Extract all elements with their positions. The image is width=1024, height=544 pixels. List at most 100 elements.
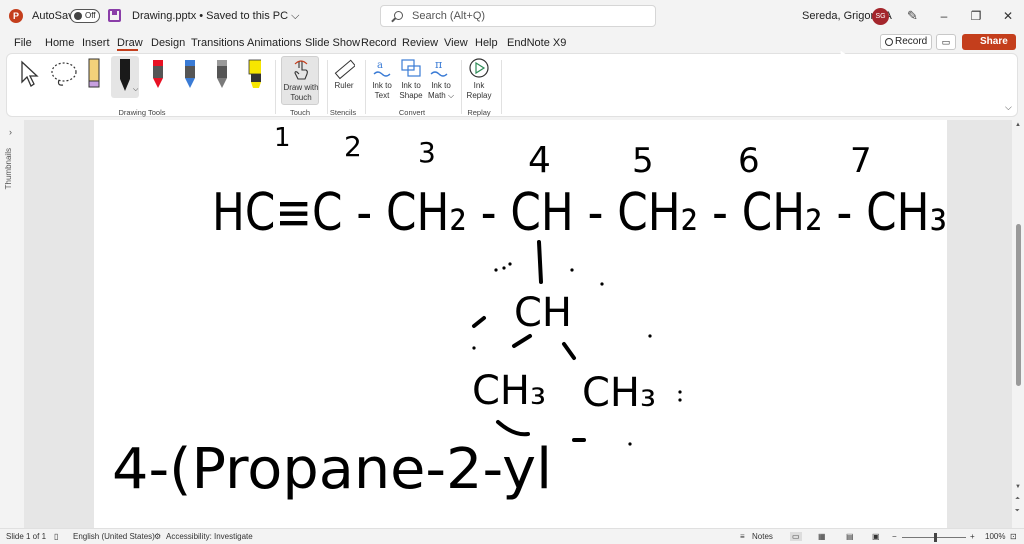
group-separator (501, 60, 502, 114)
designer-pen-icon[interactable]: ✎ (907, 8, 918, 24)
tab-transitions[interactable]: Transitions (191, 37, 244, 49)
document-title[interactable]: Drawing.pptx • Saved to this PC ⌵ (132, 10, 299, 23)
scroll-up-icon[interactable]: ▲ (1015, 122, 1021, 128)
tab-review[interactable]: Review (402, 37, 438, 49)
select-arrow-icon[interactable] (19, 60, 41, 88)
ruler-icon[interactable] (333, 58, 355, 80)
draw-with-touch-button[interactable]: Draw with Touch (281, 56, 319, 105)
group-separator (275, 60, 276, 114)
touch-hand-icon (294, 60, 308, 80)
notes-icon: ≡ (740, 532, 745, 541)
collapse-ribbon-icon[interactable]: ⌵ (1005, 102, 1012, 113)
tab-animations[interactable]: Animations (247, 37, 301, 49)
svg-text:π: π (435, 58, 442, 71)
slide-editor[interactable]: 1 2 3 4 5 6 7 HC≡C - CH₂ - CH - CH₂ - CH… (24, 120, 1012, 528)
chevron-right-icon[interactable]: › (9, 127, 12, 137)
tab-record[interactable]: Record (361, 37, 396, 49)
next-slide-icon[interactable]: ⏷ (1015, 508, 1020, 515)
thumbnails-label[interactable]: Thumbnails (4, 148, 13, 189)
search-placeholder: Search (Alt+Q) (412, 10, 486, 22)
comment-icon: ▭ (941, 37, 951, 47)
blue-pen-icon[interactable] (183, 58, 197, 92)
spelling-icon[interactable]: ▯ (54, 532, 58, 541)
tab-help[interactable]: Help (475, 37, 498, 49)
eraser-icon[interactable] (87, 57, 101, 91)
notes-button[interactable]: Notes (752, 532, 773, 541)
ink-bond-down-left (512, 334, 532, 348)
slide-sorter-icon[interactable]: ▦ (818, 532, 826, 541)
ink-number-3: 3 (418, 136, 436, 169)
close-button[interactable]: ✕ (998, 6, 1018, 26)
red-pen-icon[interactable] (151, 58, 165, 92)
accessibility-status[interactable]: Accessibility: Investigate (166, 532, 253, 541)
language-indicator[interactable]: English (United States) (73, 532, 155, 541)
avatar[interactable]: SG (872, 8, 889, 25)
zoom-out-icon[interactable]: − (892, 532, 897, 541)
ink-drawing[interactable]: 1 2 3 4 5 6 7 HC≡C - CH₂ - CH - CH₂ - CH… (94, 120, 947, 528)
autosave-toggle[interactable]: Off (70, 9, 100, 23)
tab-design[interactable]: Design (151, 37, 185, 49)
ink-to-text-icon[interactable]: a (372, 58, 392, 78)
ink-to-shape-line2[interactable]: Shape (396, 91, 426, 101)
ink-number-2: 2 (344, 130, 362, 163)
normal-view-icon[interactable]: ▭ (790, 532, 802, 541)
ink-formula-line: HC≡C - CH₂ - CH - CH₂ - CH₂ - CH₃ (212, 183, 947, 243)
ink-number-7: 7 (850, 141, 872, 181)
vertical-scrollbar[interactable]: ▲ ▼ ⏶ ⏷ (1013, 120, 1024, 528)
scroll-down-icon[interactable]: ▼ (1015, 484, 1021, 490)
restore-button[interactable]: ❐ (966, 6, 986, 26)
ink-replay-line2[interactable]: Replay (462, 91, 496, 101)
lasso-select-icon[interactable] (49, 60, 79, 88)
previous-slide-icon[interactable]: ⏶ (1015, 496, 1020, 503)
accessibility-icon: ⚙ (154, 532, 162, 541)
slide-canvas[interactable]: 1 2 3 4 5 6 7 HC≡C - CH₂ - CH - CH₂ - CH… (94, 120, 947, 528)
tab-endnote[interactable]: EndNote X9 (507, 37, 566, 49)
ribbon: ⌵ Drawing Tools Draw with Touch Touch Ru… (6, 53, 1018, 117)
zoom-level[interactable]: 100% (985, 532, 1005, 541)
ink-number-1: 1 (274, 123, 291, 153)
ink-bond-left (472, 316, 486, 328)
tab-draw[interactable]: Draw (117, 37, 143, 49)
tab-home[interactable]: Home (45, 37, 74, 49)
tab-view[interactable]: View (444, 37, 468, 49)
ink-to-text-line2[interactable]: Text (367, 91, 397, 101)
record-button[interactable]: Record (880, 34, 932, 50)
save-icon[interactable] (108, 9, 121, 22)
group-stencils: Stencils (329, 108, 357, 117)
gray-pen-icon[interactable] (215, 58, 229, 92)
draw-with-touch-line2: Touch (290, 93, 312, 102)
ink-number-4: 4 (528, 140, 551, 181)
ink-to-shape-icon[interactable] (400, 58, 422, 78)
ink-branch-bond (537, 240, 543, 284)
minimize-button[interactable]: – (934, 6, 954, 26)
tab-file[interactable]: File (14, 37, 32, 49)
ink-replay-icon[interactable] (468, 57, 490, 79)
title-bar: P AutoSave Off Drawing.pptx • Saved to t… (0, 0, 1024, 32)
ink-to-shape-line1[interactable]: Ink to (396, 81, 426, 91)
scrollbar-thumb[interactable] (1016, 224, 1021, 386)
yellow-highlighter-icon[interactable] (247, 58, 261, 92)
pen-dropdown-icon[interactable]: ⌵ (133, 86, 138, 94)
share-label: Share (980, 36, 1008, 47)
ink-to-text-line1[interactable]: Ink to (367, 81, 397, 91)
search-input[interactable]: Search (Alt+Q) (380, 5, 656, 27)
slideshow-icon[interactable]: ▣ (872, 532, 880, 541)
ink-to-math-line2[interactable]: Math ⌵ (425, 91, 457, 101)
fit-to-window-icon[interactable]: ⊡ (1010, 532, 1017, 541)
tab-slide-show[interactable]: Slide Show (305, 37, 360, 49)
zoom-in-icon[interactable]: + (970, 532, 975, 541)
reading-view-icon[interactable]: ▤ (846, 532, 854, 541)
group-separator (365, 60, 366, 114)
comments-button[interactable]: ▭ (936, 34, 956, 50)
ink-to-math-icon[interactable]: π (429, 57, 451, 79)
ink-to-math-line1[interactable]: Ink to (425, 81, 457, 91)
ink-branch-ch: CH (514, 290, 572, 336)
share-button[interactable]: Share (962, 34, 1016, 50)
black-pen-icon[interactable] (118, 57, 132, 91)
ink-replay-line1[interactable]: Ink (462, 81, 496, 91)
zoom-slider-thumb[interactable] (934, 533, 937, 542)
group-separator (327, 60, 328, 114)
ruler-button[interactable]: Ruler (329, 81, 359, 91)
ink-bond-down-right (562, 342, 576, 360)
tab-insert[interactable]: Insert (82, 37, 110, 49)
